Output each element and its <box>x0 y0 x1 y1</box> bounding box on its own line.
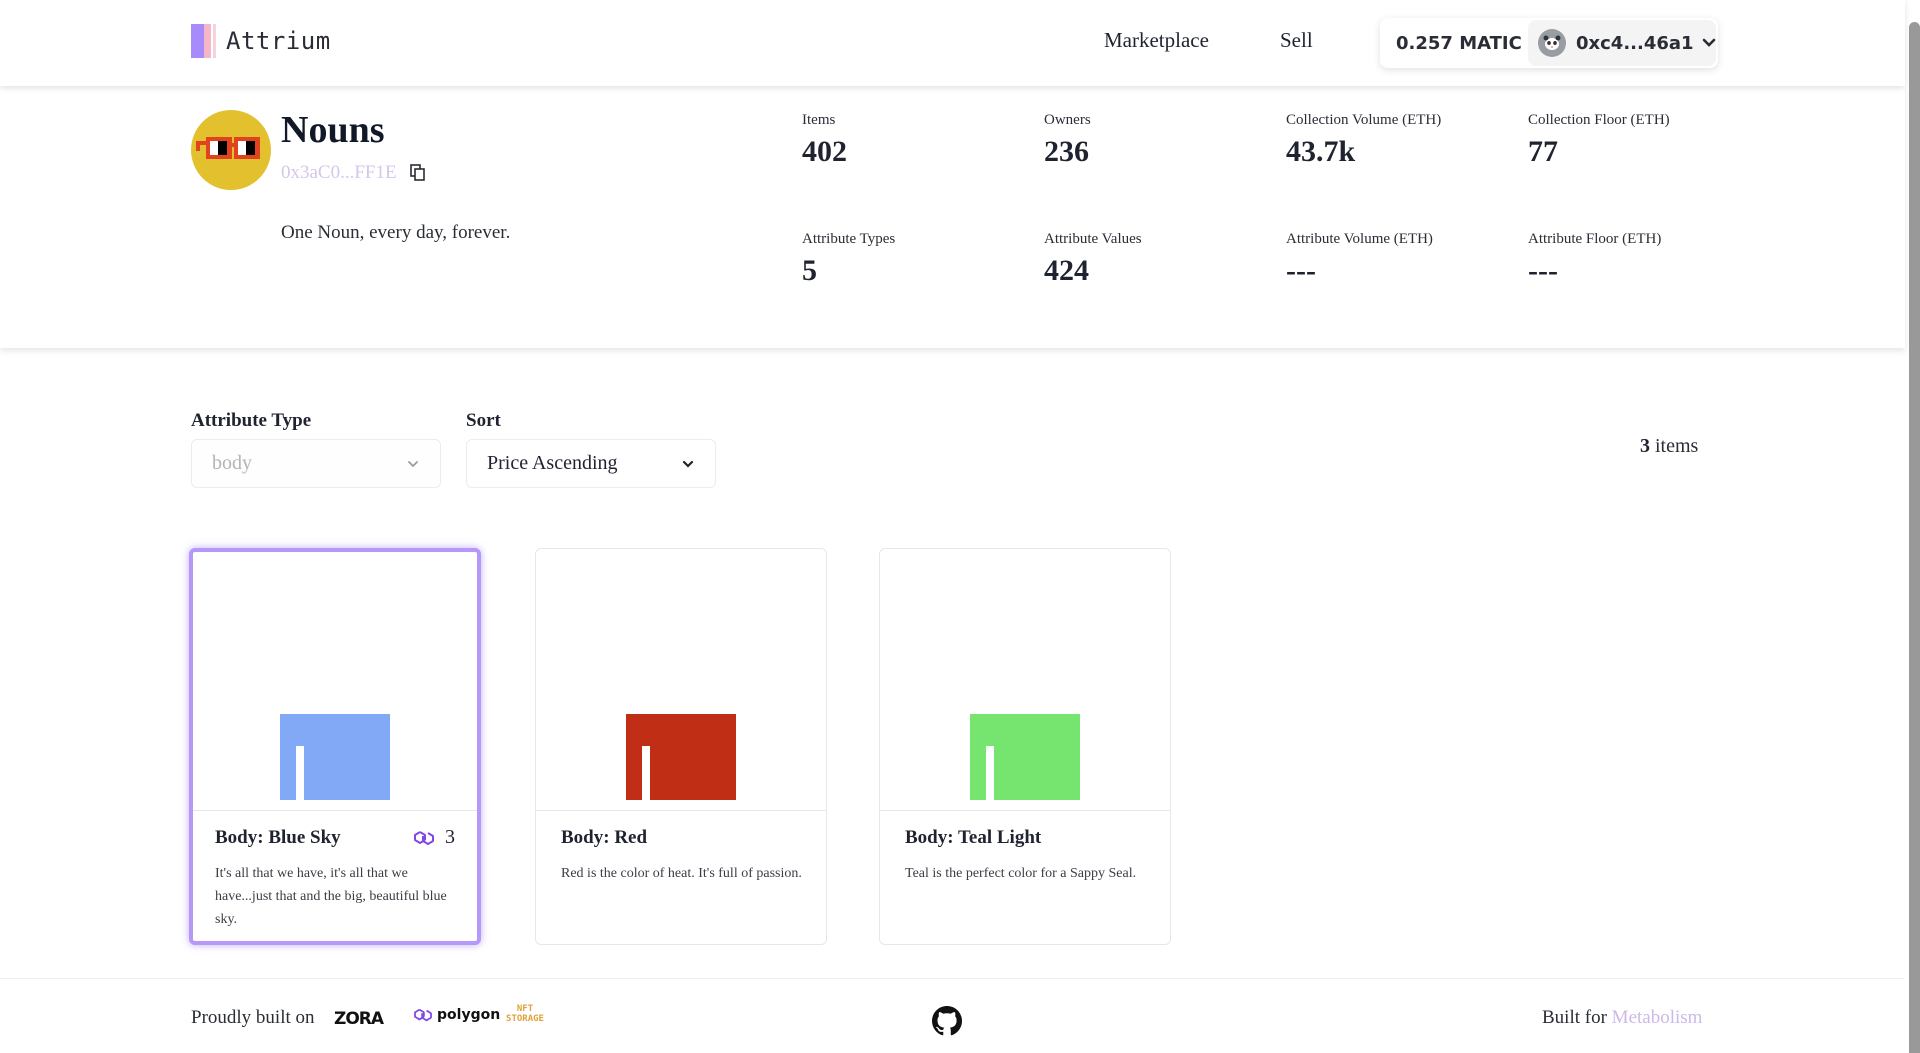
contract-address[interactable]: 0x3aC0...FF1E <box>281 162 397 184</box>
wallet-widget: 0.257 MATIC 0xc4...46a1 <box>1380 18 1718 68</box>
top-nav-bar: Attrium Marketplace Sell 0.257 MATIC 0xc… <box>0 0 1905 86</box>
item-image <box>880 549 1170 811</box>
attribute-type-label: Attribute Type <box>191 410 312 431</box>
item-card[interactable]: Body: Teal Light Teal is the perfect col… <box>879 548 1171 945</box>
attribute-type-value: body <box>212 452 252 474</box>
items-count: 3 items <box>1640 435 1699 457</box>
stat-attribute-types: Attribute Types 5 <box>802 231 896 287</box>
chevron-down-icon <box>682 460 694 468</box>
polygon-logo[interactable]: polygon <box>413 1007 500 1023</box>
item-card[interactable]: Body: Blue Sky 3 It's all that we have, … <box>189 548 481 945</box>
footer: Proudly built on ZORA polygon NFT STORAGE… <box>0 978 1905 1053</box>
attribute-type-select[interactable]: body <box>191 439 441 488</box>
wallet-address: 0xc4...46a1 <box>1576 32 1694 54</box>
zora-logo[interactable]: ZORA <box>334 1009 384 1029</box>
noun-glasses-icon <box>196 137 260 159</box>
sort-select[interactable]: Price Ascending <box>466 439 716 488</box>
item-card[interactable]: Body: Red Red is the color of heat. It's… <box>535 548 827 945</box>
built-on-text: Proudly built on <box>191 1007 315 1028</box>
polygon-icon <box>414 830 434 845</box>
wallet-balance: 0.257 MATIC <box>1396 32 1522 54</box>
item-title: Body: Blue Sky <box>215 827 341 848</box>
collection-header: Nouns 0x3aC0...FF1E One Noun, every day,… <box>0 86 1905 348</box>
body-trait-image <box>280 714 390 800</box>
metabolism-link[interactable]: Metabolism <box>1612 1007 1703 1028</box>
item-description: It's all that we have, it's all that we … <box>215 866 447 927</box>
sort-value: Price Ascending <box>487 452 618 474</box>
polygon-icon <box>414 1008 432 1022</box>
item-description: Red is the color of heat. It's full of p… <box>561 866 802 881</box>
chevron-down-icon <box>408 460 418 467</box>
collection-description: One Noun, every day, forever. <box>281 222 511 243</box>
item-description: Teal is the perfect color for a Sappy Se… <box>905 866 1137 881</box>
stat-collection-volume: Collection Volume (ETH) 43.7k <box>1286 112 1442 168</box>
stat-items: Items 402 <box>802 112 847 168</box>
collection-title: Nouns <box>281 109 385 151</box>
logo-mark-icon <box>191 24 216 58</box>
stat-attribute-volume: Attribute Volume (ETH) --- <box>1286 231 1433 287</box>
body-trait-image <box>626 714 736 800</box>
stat-collection-floor: Collection Floor (ETH) 77 <box>1528 112 1670 168</box>
brand-logo[interactable]: Attrium <box>191 24 331 58</box>
collection-avatar <box>191 110 271 190</box>
item-image <box>536 549 826 811</box>
scrollbar-thumb[interactable] <box>1909 22 1920 1053</box>
chevron-down-icon <box>1702 38 1715 47</box>
item-price: 3 <box>413 826 455 849</box>
brand-name: Attrium <box>226 27 331 55</box>
nav-marketplace-link[interactable]: Marketplace <box>1104 28 1209 53</box>
item-title: Body: Red <box>561 827 648 848</box>
nft-storage-logo[interactable]: NFT STORAGE <box>500 1004 550 1024</box>
nav-sell-link[interactable]: Sell <box>1280 28 1313 53</box>
panda-avatar-icon <box>1538 29 1566 57</box>
stat-attribute-floor: Attribute Floor (ETH) --- <box>1528 231 1662 287</box>
stat-owners: Owners 236 <box>1044 112 1091 168</box>
body-trait-image <box>970 714 1080 800</box>
github-icon[interactable] <box>932 1006 962 1036</box>
stat-attribute-values: Attribute Values 424 <box>1044 231 1142 287</box>
built-for-text: Built for Metabolism <box>1542 1007 1703 1028</box>
account-menu-button[interactable]: 0xc4...46a1 <box>1528 20 1716 66</box>
copy-icon[interactable] <box>410 164 426 182</box>
item-title: Body: Teal Light <box>905 827 1042 848</box>
sort-label: Sort <box>466 410 501 431</box>
item-image <box>193 552 477 811</box>
